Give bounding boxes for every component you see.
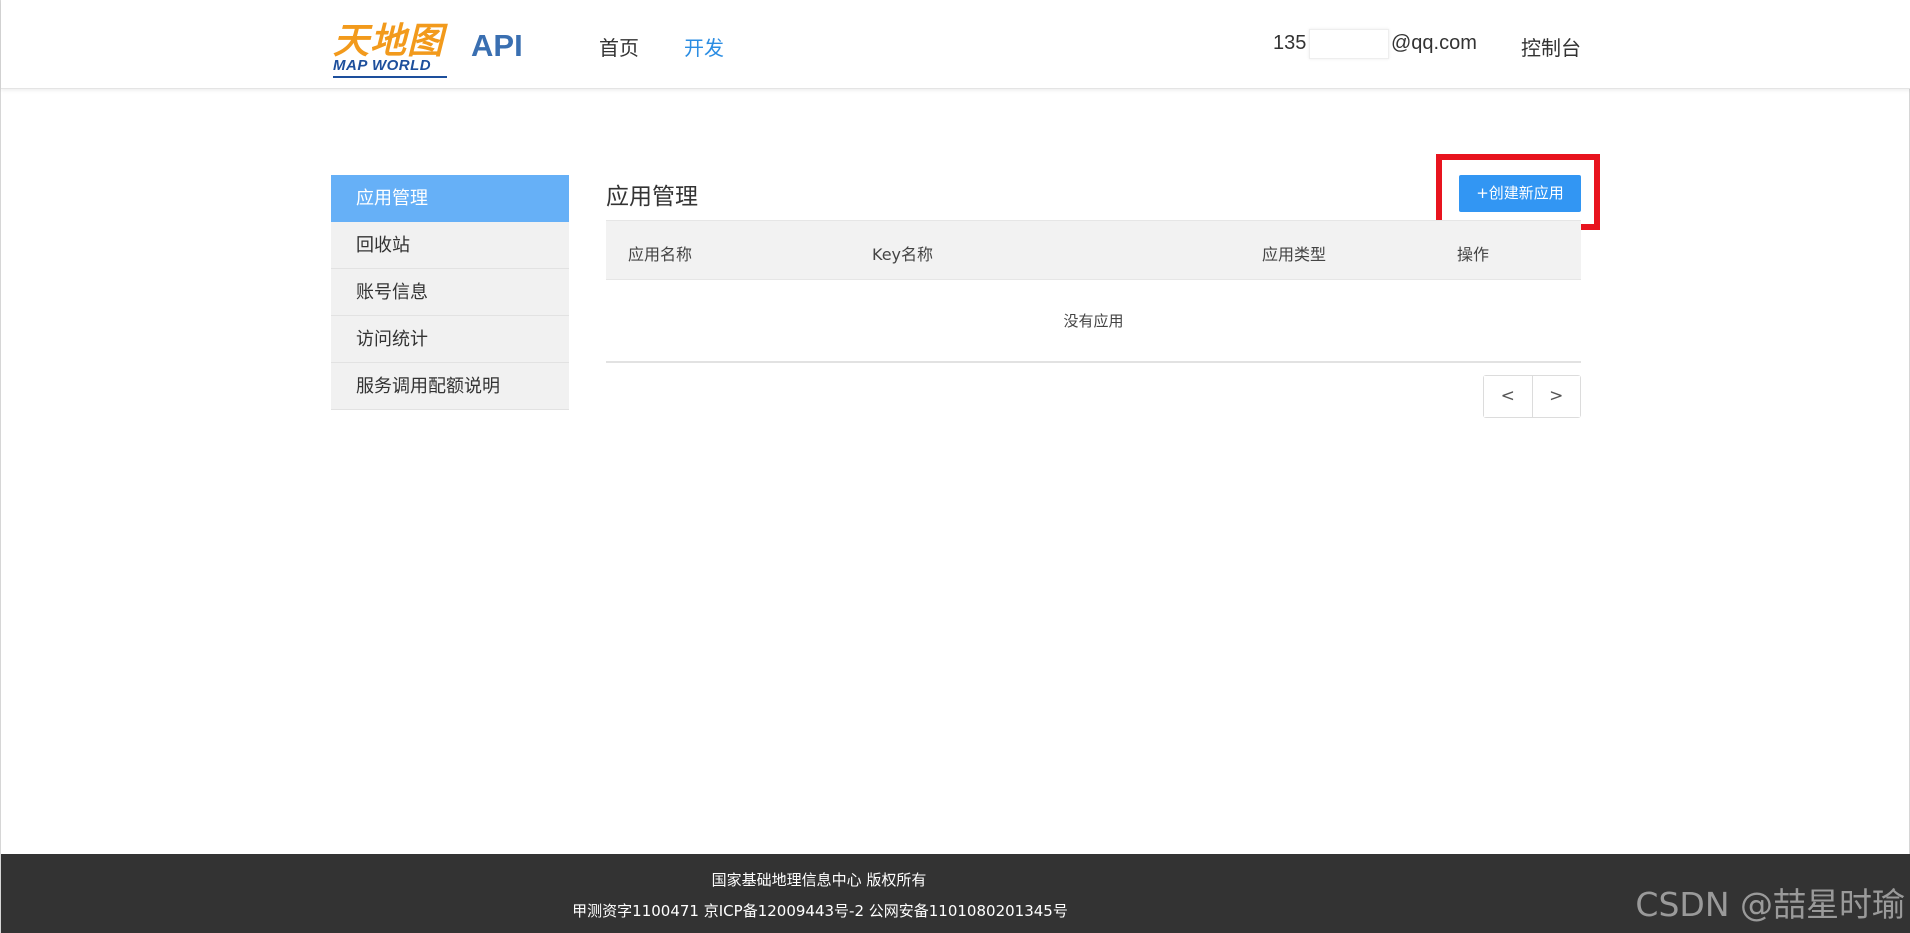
logo-english-text: MAP WORLD xyxy=(333,57,432,74)
page-title: 应用管理 xyxy=(606,184,698,210)
sidebar-item-recycle-bin[interactable]: 回收站 xyxy=(331,222,569,269)
csdn-watermark: CSDN @喆星时瑜 xyxy=(1635,885,1905,924)
column-header-app-type: 应用类型 xyxy=(1262,245,1327,264)
nav-dev[interactable]: 开发 xyxy=(684,32,724,61)
prev-page-button[interactable]: < xyxy=(1484,376,1533,417)
api-title: API xyxy=(471,28,523,63)
user-email-prefix: 135 xyxy=(1273,32,1307,54)
top-header: 天地图 MAP WORLD API 首页 开发 135 @qq.com 控制台 xyxy=(1,0,1910,89)
pagination: < > xyxy=(1483,375,1581,418)
footer: 国家基础地理信息中心 版权所有 甲测资字1100471 京ICP备1200944… xyxy=(1,854,1910,933)
user-email-suffix: @qq.com xyxy=(1391,32,1477,54)
footer-licenses: 甲测资字1100471 京ICP备12009443号-2 公网安备1101080… xyxy=(572,902,1068,920)
nav-console[interactable]: 控制台 xyxy=(1521,32,1581,61)
column-header-key-name: Key名称 xyxy=(872,245,934,264)
logo-underline xyxy=(333,76,447,78)
tianditu-logo[interactable]: 天地图 MAP WORLD xyxy=(331,12,449,78)
sidebar-item-quota-info[interactable]: 服务调用配额说明 xyxy=(331,363,569,410)
page: 天地图 MAP WORLD API 首页 开发 135 @qq.com 控制台 … xyxy=(0,0,1910,933)
redacted-mask xyxy=(1309,29,1389,59)
empty-state-text: 没有应用 xyxy=(606,280,1581,363)
column-header-app-name: 应用名称 xyxy=(628,245,693,264)
sidebar-item-account-info[interactable]: 账号信息 xyxy=(331,269,569,316)
sidebar-item-app-management[interactable]: 应用管理 xyxy=(331,175,569,222)
sidebar: 应用管理 回收站 账号信息 访问统计 服务调用配额说明 xyxy=(331,175,569,410)
next-page-button[interactable]: > xyxy=(1532,376,1580,417)
create-app-button[interactable]: +创建新应用 xyxy=(1459,175,1581,212)
table-header: 应用名称 Key名称 应用类型 操作 xyxy=(606,220,1581,280)
sidebar-item-access-stats[interactable]: 访问统计 xyxy=(331,316,569,363)
column-header-actions: 操作 xyxy=(1457,245,1490,264)
app-table: 应用名称 Key名称 应用类型 操作 没有应用 xyxy=(606,220,1581,363)
nav-home[interactable]: 首页 xyxy=(599,32,639,61)
footer-copyright: 国家基础地理信息中心 版权所有 xyxy=(711,871,927,889)
